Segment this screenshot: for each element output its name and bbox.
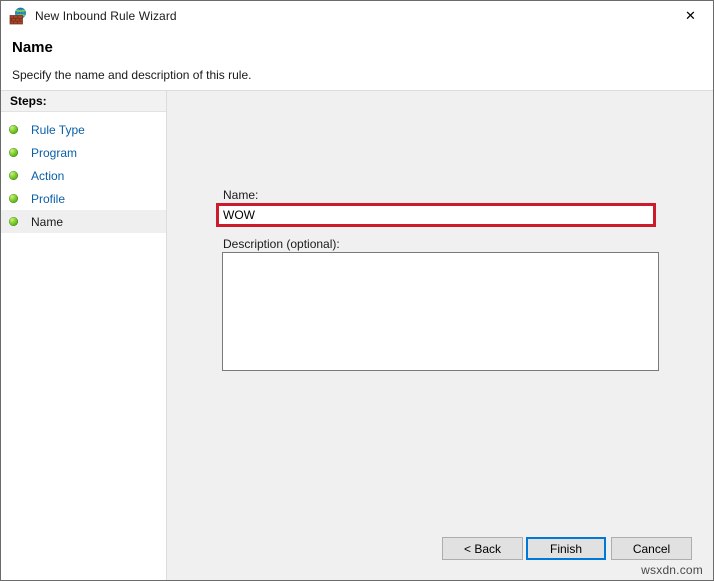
steps-heading: Steps: — [1, 91, 166, 112]
green-bullet-icon — [9, 217, 18, 226]
sidebar-item-label: Rule Type — [31, 123, 85, 137]
back-button[interactable]: < Back — [442, 537, 523, 560]
sidebar-item-label: Program — [31, 146, 77, 160]
window-title: New Inbound Rule Wizard — [35, 9, 177, 23]
name-field-highlight-annotation — [216, 203, 656, 227]
new-inbound-rule-wizard-window: New Inbound Rule Wizard ✕ Name Specify t… — [0, 0, 714, 581]
sidebar-item-name[interactable]: Name — [1, 210, 166, 233]
sidebar-item-label: Name — [31, 215, 63, 229]
sidebar-item-label: Profile — [31, 192, 65, 206]
sidebar-item-label: Action — [31, 169, 64, 183]
name-field-label: Name: — [223, 188, 258, 202]
close-icon[interactable]: ✕ — [668, 1, 713, 30]
description-input[interactable] — [222, 252, 659, 371]
steps-heading-label: Steps: — [10, 94, 47, 108]
green-bullet-icon — [9, 194, 18, 203]
green-bullet-icon — [9, 148, 18, 157]
sidebar-item-rule-type[interactable]: Rule Type — [1, 118, 166, 141]
green-bullet-icon — [9, 171, 18, 180]
title-bar: New Inbound Rule Wizard ✕ — [1, 1, 713, 30]
steps-sidebar: Steps: Rule Type Program Action Profile … — [1, 91, 167, 580]
wizard-body: Steps: Rule Type Program Action Profile … — [1, 91, 713, 580]
wizard-header: Name Specify the name and description of… — [1, 30, 713, 91]
page-subtitle: Specify the name and description of this… — [12, 68, 251, 82]
page-title: Name — [12, 39, 53, 56]
dialog-button-row: < Back Finish Cancel — [168, 537, 713, 561]
sidebar-item-profile[interactable]: Profile — [1, 187, 166, 210]
description-field-label: Description (optional): — [223, 237, 340, 251]
sidebar-item-program[interactable]: Program — [1, 141, 166, 164]
cancel-button[interactable]: Cancel — [611, 537, 692, 560]
watermark: wsxdn.com — [641, 563, 703, 577]
wizard-content: Name: Description (optional): < Back Fin… — [168, 91, 713, 580]
name-input[interactable] — [219, 206, 653, 224]
sidebar-item-action[interactable]: Action — [1, 164, 166, 187]
green-bullet-icon — [9, 125, 18, 134]
finish-button[interactable]: Finish — [526, 537, 606, 560]
firewall-globe-icon — [9, 7, 27, 25]
